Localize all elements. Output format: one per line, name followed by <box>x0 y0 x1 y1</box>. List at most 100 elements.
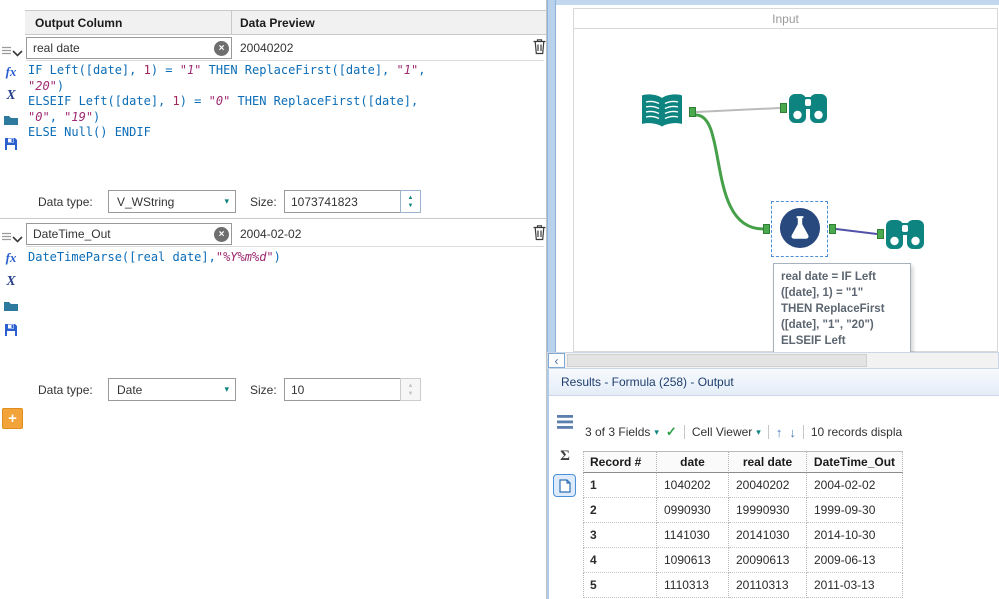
size-stepper: ▲ ▼ <box>400 378 421 401</box>
table-cell[interactable]: 19990930 <box>729 498 807 523</box>
data-view-icon[interactable] <box>553 474 576 497</box>
apply-check-icon[interactable]: ✓ <box>666 424 677 440</box>
column-header[interactable]: date <box>657 451 729 473</box>
table-cell[interactable]: 20141030 <box>729 523 807 548</box>
table-cell[interactable]: 1 <box>583 473 657 498</box>
column-header[interactable]: DateTime_Out <box>807 451 903 473</box>
size-input[interactable] <box>284 378 401 401</box>
insert-variable-icon[interactable]: X <box>1 86 21 106</box>
column-header[interactable]: Record # <box>583 451 657 473</box>
annotation-line: ([date], "1", "20") <box>781 319 874 331</box>
horizontal-scrollbar[interactable]: ‹ <box>547 352 999 369</box>
stepper-up-icon: ▲ <box>407 382 414 389</box>
table-row: 2 0990930 19990930 1999-09-30 <box>583 498 903 523</box>
input-anchor[interactable] <box>763 224 770 234</box>
save-expression-icon[interactable] <box>1 134 21 154</box>
table-cell[interactable]: 2009-06-13 <box>807 548 903 573</box>
clear-column-icon[interactable]: × <box>214 41 229 56</box>
open-saved-expression-icon[interactable] <box>1 110 21 130</box>
data-type-dropdown[interactable]: Date ▾ <box>108 378 236 401</box>
expression-code-line[interactable]: ELSEIF Left([date], 1) = "0" THEN Replac… <box>28 94 544 110</box>
output-anchor[interactable] <box>689 107 696 117</box>
clear-column-icon[interactable]: × <box>214 227 229 242</box>
table-cell[interactable]: 1090613 <box>657 548 729 573</box>
table-cell[interactable]: 2014-10-30 <box>807 523 903 548</box>
output-column-name-input[interactable] <box>26 37 232 59</box>
size-input[interactable] <box>284 190 401 213</box>
toolbar-separator <box>683 425 685 439</box>
workflow-canvas[interactable]: Input real date = IF Left ([date], 1) = … <box>556 0 999 352</box>
formula-configuration-panel: Output Column Data Preview × 20040202 fx… <box>0 0 547 599</box>
table-cell[interactable]: 1110313 <box>657 573 729 598</box>
metadata-sigma-icon[interactable]: Σ <box>553 444 577 468</box>
size-stepper[interactable]: ▲ ▼ <box>400 190 421 213</box>
column-header[interactable]: real date <box>729 451 807 473</box>
expression-code-line[interactable]: ELSE Null() ENDIF <box>28 125 544 141</box>
table-cell[interactable]: 1999-09-30 <box>807 498 903 523</box>
scrollbar-thumb[interactable] <box>567 354 867 367</box>
collapse-chevron-icon[interactable] <box>12 231 23 246</box>
stepper-up-icon[interactable]: ▲ <box>408 194 414 202</box>
scroll-up-icon[interactable]: ↑ <box>776 425 783 440</box>
table-row: 3 1141030 20141030 2014-10-30 <box>583 523 903 548</box>
table-cell[interactable]: 1141030 <box>657 523 729 548</box>
add-expression-button[interactable]: + <box>2 408 23 429</box>
expression-code-line[interactable]: DateTimeParse([real date],"%Y%m%d") <box>28 250 544 266</box>
table-cell[interactable]: 5 <box>583 573 657 598</box>
table-cell[interactable]: 3 <box>583 523 657 548</box>
results-toolbar: 3 of 3 Fields ▾ ✓ Cell Viewer ▾ ↑ ↓ 10 r… <box>585 421 902 443</box>
expression-code-line[interactable]: "20") <box>28 79 544 95</box>
save-expression-icon[interactable] <box>1 320 21 340</box>
expression-code-line[interactable]: "0", "19") <box>28 110 544 126</box>
expression-editor[interactable]: IF Left([date], 1) = "1" THEN ReplaceFir… <box>28 63 544 141</box>
cell-viewer-selector[interactable]: Cell Viewer ▾ <box>692 425 761 439</box>
browse-tool[interactable] <box>788 91 828 128</box>
expression-row: × 2004-02-02 <box>0 221 546 247</box>
pane-splitter[interactable] <box>547 0 556 352</box>
results-table: Record # date real date DateTime_Out 1 104020… <box>583 451 903 598</box>
output-column-name-input[interactable] <box>26 223 232 245</box>
formula-tool[interactable] <box>779 207 821 252</box>
table-cell[interactable]: 2004-02-02 <box>807 473 903 498</box>
drag-handle-icon[interactable] <box>2 44 11 58</box>
delete-expression-button[interactable] <box>530 223 548 245</box>
expression-code-line[interactable]: IF Left([date], 1) = "1" THEN ReplaceFir… <box>28 63 544 79</box>
input-data-tool[interactable] <box>639 93 685 134</box>
data-preview-value: 2004-02-02 <box>240 227 302 241</box>
chevron-down-icon: ▾ <box>224 384 229 394</box>
table-cell[interactable]: 0990930 <box>657 498 729 523</box>
output-anchor[interactable] <box>829 224 836 234</box>
results-pane: Results - Formula (258) - Output Σ 3 of … <box>547 369 999 599</box>
table-cell[interactable]: 20110313 <box>729 573 807 598</box>
data-preview-value: 20040202 <box>240 41 294 55</box>
data-grid-icon[interactable] <box>553 410 577 434</box>
delete-expression-button[interactable] <box>530 37 548 59</box>
table-cell[interactable]: 2011-03-13 <box>807 573 903 598</box>
table-cell[interactable]: 20090613 <box>729 548 807 573</box>
data-type-row: Data type: Date ▾ Size: ▲ ▼ <box>0 378 546 404</box>
input-anchor[interactable] <box>780 103 787 113</box>
table-cell[interactable]: 2 <box>583 498 657 523</box>
toolbar-separator <box>767 425 769 439</box>
data-type-value: Date <box>117 382 143 397</box>
scroll-left-icon[interactable]: ‹ <box>548 353 565 368</box>
table-cell[interactable]: 1040202 <box>657 473 729 498</box>
table-cell[interactable]: 4 <box>583 548 657 573</box>
insert-function-icon[interactable]: fx <box>1 62 21 82</box>
drag-handle-icon[interactable] <box>2 230 11 244</box>
expression-editor[interactable]: DateTimeParse([real date],"%Y%m%d") <box>28 250 544 266</box>
table-cell[interactable]: 20040202 <box>729 473 807 498</box>
insert-variable-icon[interactable]: X <box>1 272 21 292</box>
fields-selector[interactable]: 3 of 3 Fields ▾ <box>585 425 659 439</box>
collapse-chevron-icon[interactable] <box>12 45 23 60</box>
open-saved-expression-icon[interactable] <box>1 296 21 316</box>
insert-function-icon[interactable]: fx <box>1 248 21 268</box>
data-type-value: V_WString <box>117 194 175 209</box>
scroll-down-icon[interactable]: ↓ <box>789 425 796 440</box>
annotation-line: ELSEIF Left <box>781 335 846 347</box>
data-type-dropdown[interactable]: V_WString ▾ <box>108 190 236 213</box>
stepper-down-icon[interactable]: ▼ <box>408 202 414 210</box>
chevron-down-icon: ▾ <box>654 426 659 437</box>
browse-tool[interactable] <box>885 217 925 254</box>
input-anchor[interactable] <box>877 229 884 239</box>
